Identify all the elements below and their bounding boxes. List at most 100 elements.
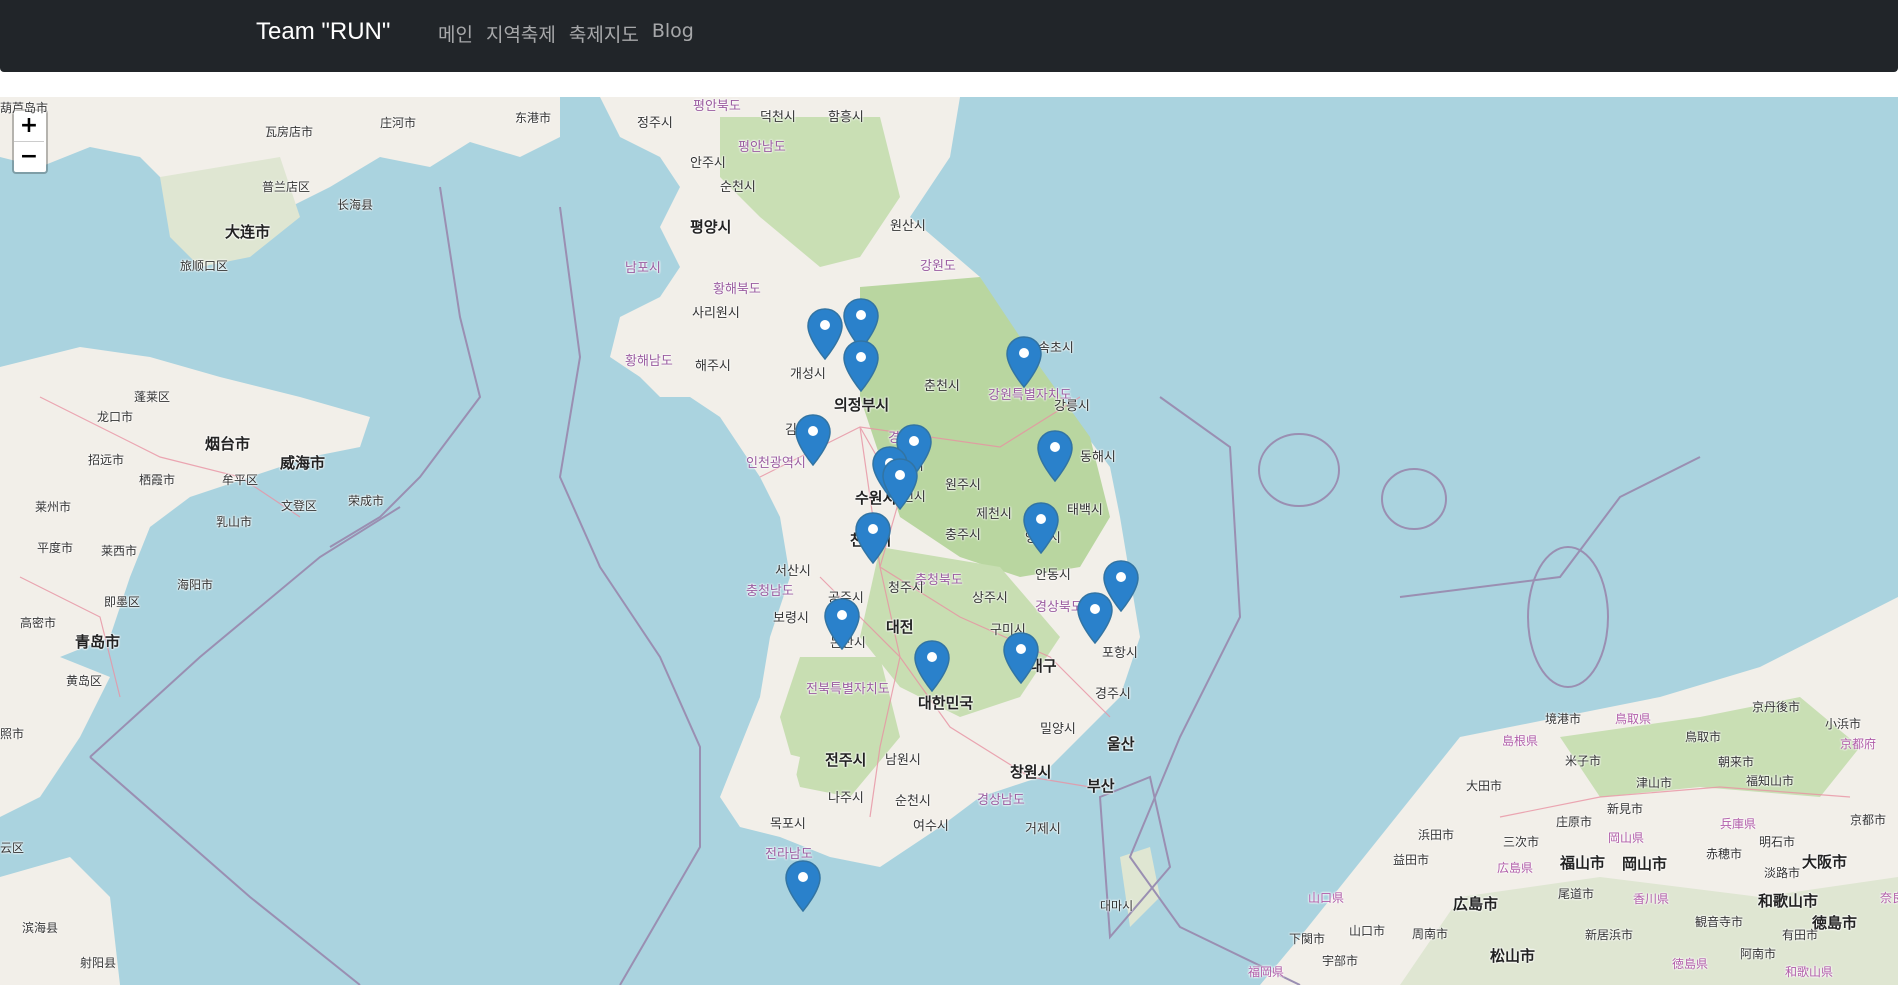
festival-marker-10[interactable]: [855, 512, 891, 565]
korea-place-label: 전북특별자치도: [806, 682, 890, 697]
map-pin-icon: [1003, 632, 1039, 685]
japan-place-label: 広島県: [1497, 861, 1534, 875]
china-place-label: 荣成市: [348, 494, 385, 508]
top-navbar: Team "RUN" 메인 지역축제 축제지도 Blog: [0, 0, 1898, 72]
map-pin-icon: [795, 414, 831, 467]
korea-place-label: 춘천시: [924, 379, 960, 394]
china-place-label: 滨海县: [22, 921, 59, 935]
korea-place-label: 밀양시: [1040, 722, 1076, 737]
korea-place-label: 거제시: [1025, 822, 1061, 837]
japan-place-label: 大阪市: [1802, 853, 1848, 871]
japan-place-label: 米子市: [1565, 754, 1602, 768]
japan-place-label: 鳥取県: [1615, 712, 1652, 726]
china-place-label: 平度市: [37, 541, 74, 555]
japan-place-label: 新見市: [1607, 802, 1644, 816]
nav-link-festival-map[interactable]: 축제지도: [569, 20, 639, 47]
korea-place-label: 황해북도: [713, 282, 761, 297]
korea-place-label: 순천시: [895, 794, 931, 809]
korea-place-label: 목포시: [770, 817, 806, 832]
china-place-label: 旅顺口区: [180, 259, 229, 273]
china-place-label: 即墨区: [104, 595, 141, 609]
china-place-label: 长海县: [337, 198, 374, 212]
china-place-label: 蓬莱区: [134, 390, 171, 404]
korea-place-label: 경주시: [1095, 687, 1131, 702]
japan-place-label: 岡山市: [1622, 855, 1668, 873]
china-place-label: 大连市: [225, 223, 271, 241]
festival-marker-14[interactable]: [824, 598, 860, 651]
festival-marker-9[interactable]: [1037, 430, 1073, 483]
brand-logo-link[interactable]: Team "RUN": [256, 18, 390, 46]
japan-place-label: 香川県: [1633, 892, 1670, 906]
festival-marker-7[interactable]: [882, 458, 918, 511]
festival-marker-11[interactable]: [1023, 502, 1059, 555]
china-place-label: 黄岛区: [66, 674, 103, 688]
korea-place-label: 상주시: [972, 591, 1008, 606]
japan-place-label: 福知山市: [1746, 774, 1795, 788]
japan-place-label: 山口県: [1308, 891, 1345, 905]
japan-place-label: 赤穂市: [1706, 847, 1743, 861]
festival-marker-4[interactable]: [795, 414, 831, 467]
china-place-label: 射阳县: [80, 956, 117, 970]
korea-place-label: 해주시: [695, 359, 731, 374]
map-pin-icon: [914, 640, 950, 693]
festival-marker-1[interactable]: [807, 308, 843, 361]
china-place-label: 威海市: [280, 454, 326, 472]
japan-place-label: 鳥取市: [1685, 730, 1722, 744]
nav-link-main[interactable]: 메인: [438, 20, 473, 47]
korea-place-label: 포항시: [1102, 646, 1138, 661]
nav-link-regional-festivals[interactable]: 지역축제: [486, 20, 556, 47]
japan-place-label: 朝来市: [1718, 755, 1755, 769]
japan-place-label: 岡山県: [1608, 831, 1645, 845]
china-place-label: 牟平区: [222, 473, 259, 487]
korea-place-label: 대마시: [1100, 899, 1134, 913]
china-place-label: 招远市: [88, 453, 125, 467]
nav-link-blog[interactable]: Blog: [652, 20, 694, 47]
festival-map[interactable]: + − 함흥시 평양시 원산시 강원도 남포시 황해북도 사리원시 황해남도 해주시 개성시 춘천시…: [0, 97, 1898, 985]
japan-place-label: 奈良県: [1880, 891, 1898, 905]
korea-place-label: 개성시: [790, 367, 826, 382]
japan-place-label: 小浜市: [1825, 717, 1862, 731]
map-pin-icon: [1037, 430, 1073, 483]
japan-place-label: 京都市: [1850, 813, 1887, 827]
korea-place-label: 함흥시: [828, 110, 864, 125]
china-place-label: 庄河市: [380, 116, 417, 130]
festival-marker-3[interactable]: [843, 340, 879, 393]
japan-place-label: 周南市: [1412, 927, 1449, 941]
japan-place-label: 津山市: [1636, 776, 1673, 790]
china-place-label: 海阳市: [177, 578, 214, 592]
map-pin-icon: [785, 860, 821, 913]
china-place-label: 葫芦岛市: [0, 101, 49, 115]
japan-place-label: 益田市: [1393, 853, 1430, 867]
korea-place-label: 보령시: [773, 611, 809, 626]
zoom-out-button[interactable]: −: [14, 141, 44, 172]
korea-place-label: 황해남도: [625, 354, 673, 369]
japan-place-label: 広島市: [1453, 895, 1499, 913]
korea-place-label: 덕천시: [760, 110, 796, 125]
korea-place-label: 정주시: [637, 116, 673, 131]
japan-place-label: 山口市: [1349, 924, 1386, 938]
korea-place-label: 청주시: [888, 581, 924, 596]
korea-place-label: 대전: [886, 618, 914, 636]
korea-place-label: 경상남도: [977, 793, 1025, 808]
nav-links: 메인 지역축제 축제지도 Blog: [438, 20, 694, 47]
japan-place-label: 島根県: [1502, 734, 1539, 748]
festival-marker-8[interactable]: [1006, 336, 1042, 389]
japan-place-label: 京丹後市: [1752, 700, 1801, 714]
china-place-label: 照市: [0, 727, 25, 741]
korea-place-label: 평안남도: [738, 140, 786, 155]
korea-place-label: 원산시: [890, 219, 926, 234]
korea-place-label: 충주시: [945, 528, 981, 543]
festival-marker-13[interactable]: [1077, 592, 1113, 645]
festival-marker-15[interactable]: [914, 640, 950, 693]
japan-place-label: 庄原市: [1556, 815, 1593, 829]
japan-place-label: 京都府: [1840, 737, 1877, 751]
china-place-label: 普兰店区: [262, 180, 311, 194]
korea-place-label: 전주시: [825, 751, 867, 769]
china-place-label: 青岛市: [75, 633, 121, 651]
festival-marker-17[interactable]: [785, 860, 821, 913]
festival-marker-16[interactable]: [1003, 632, 1039, 685]
japan-place-label: 徳島市: [1812, 914, 1858, 932]
korea-place-label: 나주시: [828, 791, 864, 806]
korea-place-label: 창원시: [1010, 763, 1052, 781]
japan-place-label: 観音寺市: [1695, 915, 1744, 929]
